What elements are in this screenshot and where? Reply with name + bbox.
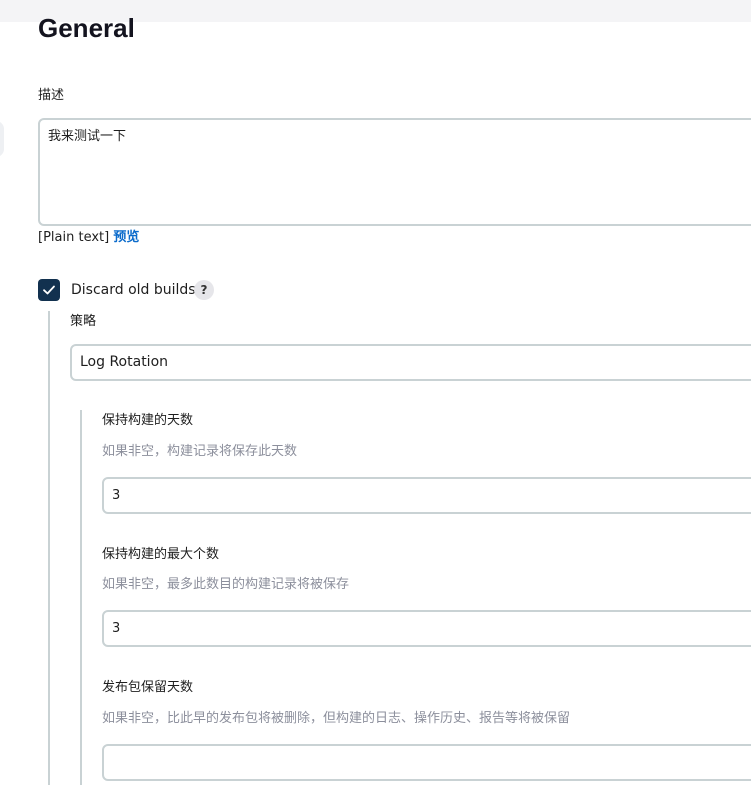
help-icon[interactable]: ? (194, 280, 214, 300)
strategy-select[interactable]: Log Rotation (70, 344, 751, 381)
max-builds-input[interactable]: 3 (102, 610, 751, 647)
days-to-keep-input[interactable]: 3 (102, 477, 751, 514)
days-to-keep-help: 如果非空，构建记录将保存此天数 (102, 444, 298, 459)
section-title: General (38, 13, 135, 43)
strategy-label: 策略 (70, 314, 97, 329)
side-panel-tab[interactable] (0, 121, 4, 157)
artifact-days-help: 如果非空，比此早的发布包将被删除，但构建的日志、操作历史、报告等将被保留 (102, 711, 571, 726)
discard-old-builds-checkbox[interactable] (38, 279, 60, 301)
description-format-row: [Plain text] 预览 (38, 229, 139, 247)
artifact-days-input[interactable] (102, 744, 751, 781)
artifact-days-label: 发布包保留天数 (102, 680, 194, 695)
days-to-keep-label: 保持构建的天数 (102, 413, 194, 428)
max-builds-label: 保持构建的最大个数 (102, 547, 220, 562)
description-textarea[interactable]: 我来测试一下 (38, 118, 751, 226)
plain-text-note: [Plain text] (38, 230, 110, 245)
max-builds-help: 如果非空，最多此数目的构建记录将被保存 (102, 577, 350, 592)
checkmark-icon (43, 285, 55, 295)
strategy-section-line (80, 410, 82, 785)
nested-section-line (48, 311, 50, 785)
preview-link[interactable]: 预览 (113, 230, 139, 245)
description-label: 描述 (38, 88, 65, 103)
discard-old-builds-label[interactable]: Discard old builds (71, 281, 196, 299)
